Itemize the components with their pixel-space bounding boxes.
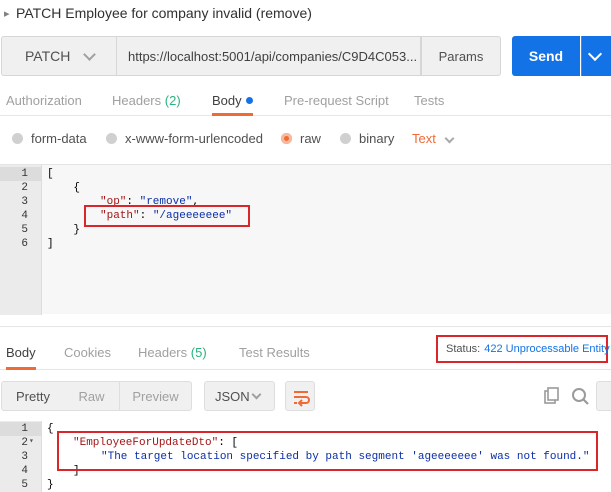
response-status: Status: 422 Unprocessable Entity	[436, 335, 610, 363]
method-select[interactable]: PATCH	[1, 36, 117, 76]
tab-test-results-label: Test Results	[239, 345, 310, 360]
status-label: Status:	[446, 343, 481, 355]
chevron-right-icon[interactable]: ▸	[4, 7, 16, 20]
body-type-options: form-data x-www-form-urlencoded raw bina…	[0, 126, 611, 150]
tab-test-results[interactable]: Test Results	[239, 338, 310, 370]
line-number: 1	[0, 167, 42, 181]
path-highlight-box	[84, 205, 250, 227]
line-number: 2	[21, 437, 28, 449]
preview-button[interactable]: Preview	[120, 381, 192, 411]
raw-button[interactable]: Raw	[64, 381, 120, 411]
pane-divider[interactable]	[0, 326, 611, 327]
tab-headers-label: Headers	[112, 93, 162, 108]
modified-dot-icon	[245, 97, 253, 104]
line-number-gutter: 1 2 3 4 5	[0, 421, 42, 492]
fold-toggle-icon[interactable]: ▾	[29, 436, 34, 446]
radio-raw[interactable]: raw	[281, 126, 321, 150]
chevron-down-icon	[444, 133, 455, 143]
radio-binary[interactable]: binary	[340, 126, 394, 150]
headers-count: (2)	[164, 93, 181, 108]
raw-label: raw	[300, 130, 321, 146]
tab-body[interactable]: Body	[212, 88, 253, 116]
line-number: 3	[21, 451, 28, 463]
radio-urlencoded[interactable]: x-www-form-urlencoded	[106, 126, 263, 150]
response-toolbar: Pretty Raw Preview JSON	[0, 381, 611, 411]
tab-response-body[interactable]: Body	[6, 338, 36, 370]
radio-form-data[interactable]: form-data	[12, 126, 87, 150]
response-body-viewer[interactable]: 1 2 3 4 5 ▾ { "EmployeeForUpdateDto": [ …	[0, 421, 611, 492]
request-tabs: Authorization Headers (2) Body Pre-reque…	[0, 88, 611, 116]
send-options-button[interactable]	[581, 36, 611, 76]
search-icon	[572, 388, 589, 405]
pretty-button[interactable]: Pretty	[1, 381, 65, 411]
line-number: 6	[21, 238, 28, 250]
chevron-down-icon	[251, 389, 262, 400]
radio-selected-icon	[281, 132, 292, 144]
tab-response-headers[interactable]: Headers (5)	[138, 338, 207, 370]
chevron-down-icon	[83, 48, 96, 61]
radio-icon	[340, 132, 351, 144]
line-number: 1	[0, 422, 42, 436]
line-number: 2	[21, 182, 28, 194]
format-label: JSON	[215, 388, 250, 404]
request-title[interactable]: PATCH Employee for company invalid (remo…	[16, 5, 312, 21]
tab-authorization[interactable]: Authorization	[6, 88, 82, 116]
code-line: ]	[47, 238, 54, 250]
method-label: PATCH	[25, 48, 71, 64]
urlencoded-label: x-www-form-urlencoded	[125, 130, 263, 146]
line-number: 5	[21, 224, 28, 236]
url-input[interactable]: https://localhost:5001/api/companies/C9D…	[117, 36, 421, 76]
tab-pre-request-label: Pre-request Script	[284, 93, 389, 108]
line-number: 4	[21, 465, 28, 477]
content-type-label: Text	[412, 130, 436, 146]
save-response-button[interactable]	[596, 381, 611, 411]
tab-body-label: Body	[212, 93, 242, 108]
copy-button[interactable]	[536, 381, 566, 411]
tab-tests-label: Tests	[414, 93, 445, 108]
wrap-lines-button[interactable]	[285, 381, 315, 411]
wrap-lines-icon	[294, 391, 310, 407]
request-title-bar: ▸ PATCH Employee for company invalid (re…	[0, 0, 611, 26]
code-line: {	[47, 182, 81, 194]
format-select[interactable]: JSON	[204, 381, 275, 411]
url-bar: PATCH https://localhost:5001/api/compani…	[0, 36, 611, 76]
tab-authorization-label: Authorization	[6, 93, 82, 108]
code-line: {	[47, 423, 54, 435]
line-number: 4	[21, 210, 28, 222]
request-body-editor[interactable]: 1 2 3 4 5 6 [ { "op": "remove", "path": …	[0, 164, 611, 315]
radio-icon	[106, 132, 117, 144]
code-line: }	[47, 224, 81, 236]
params-button[interactable]: Params	[421, 36, 501, 76]
search-button[interactable]	[565, 381, 595, 411]
copy-icon	[544, 387, 559, 404]
binary-label: binary	[359, 130, 395, 146]
status-value[interactable]: 422 Unprocessable Entity	[484, 343, 609, 355]
response-headers-count: (5)	[190, 345, 207, 360]
tab-cookies[interactable]: Cookies	[64, 338, 111, 370]
radio-icon	[12, 132, 23, 144]
code-line: [	[47, 168, 54, 180]
error-highlight-box	[57, 431, 598, 471]
form-data-label: form-data	[31, 130, 87, 146]
send-button[interactable]: Send	[512, 36, 580, 76]
code-line: }	[47, 479, 54, 491]
tab-response-body-label: Body	[6, 345, 36, 360]
line-number-gutter: 1 2 3 4 5 6	[0, 165, 42, 315]
line-number: 3	[21, 196, 28, 208]
tab-cookies-label: Cookies	[64, 345, 111, 360]
tab-pre-request-script[interactable]: Pre-request Script	[284, 88, 389, 116]
tab-tests[interactable]: Tests	[414, 88, 444, 116]
tab-response-headers-label: Headers	[138, 345, 188, 360]
tab-headers[interactable]: Headers (2)	[112, 88, 181, 116]
line-number: 5	[21, 479, 28, 491]
content-type-select[interactable]: Text	[412, 126, 455, 150]
